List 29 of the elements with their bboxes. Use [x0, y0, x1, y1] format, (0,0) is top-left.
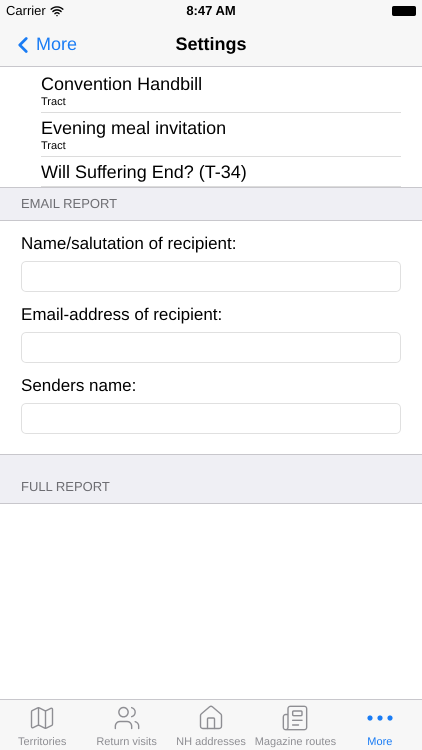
- field-label: Email-address of recipient:: [21, 304, 224, 326]
- back-button[interactable]: More: [10, 31, 78, 58]
- text-field[interactable]: [21, 261, 401, 292]
- tab-item[interactable]: More: [338, 700, 422, 750]
- tab-item[interactable]: NH addresses: [168, 700, 254, 750]
- text-field[interactable]: [21, 403, 401, 434]
- row-title: Convention Handbill: [41, 73, 204, 95]
- carrier-label: Carrier: [6, 2, 46, 20]
- section-header: EMAIL REPORT: [21, 194, 118, 212]
- battery-icon: [392, 6, 416, 16]
- tab-item[interactable]: Territories: [0, 700, 84, 750]
- list-row[interactable]: Evening meal invitation Tract: [41, 113, 401, 157]
- people-icon: [112, 704, 141, 732]
- tab-item[interactable]: Return visits: [84, 700, 169, 750]
- text-field[interactable]: [21, 332, 401, 363]
- row-title: Will Suffering End? (T-34): [41, 161, 248, 183]
- wifi-icon: [50, 4, 64, 18]
- magazine-icon: [281, 704, 310, 732]
- section-header: FULL REPORT: [21, 478, 110, 496]
- row-subtitle: Tract: [41, 139, 67, 153]
- status-time: 8:47 AM: [186, 2, 236, 20]
- more-dots-icon: [366, 715, 393, 721]
- tab-item[interactable]: Magazine routes: [253, 700, 338, 750]
- row-title: Evening meal invitation: [41, 117, 228, 139]
- field-label: Name/salutation of recipient:: [21, 233, 238, 255]
- list-row[interactable]: Convention Handbill Tract: [41, 69, 401, 113]
- field-label: Senders name:: [21, 375, 138, 397]
- nav-title: Settings: [175, 32, 246, 56]
- row-subtitle: Tract: [41, 95, 67, 109]
